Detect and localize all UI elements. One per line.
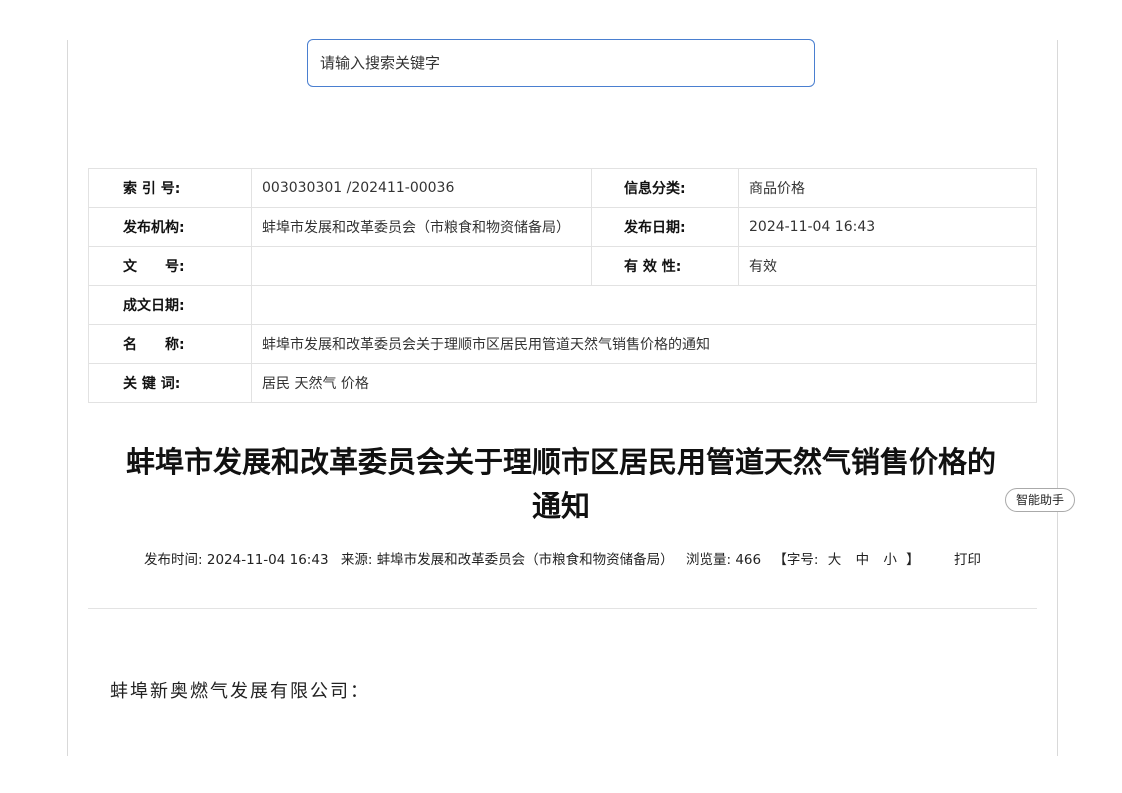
- name-label: 名 称:: [88, 324, 252, 364]
- views-count: 466: [735, 552, 762, 568]
- category-label: 信息分类:: [591, 168, 739, 208]
- left-border-line: [67, 40, 68, 756]
- article-title-line-2: 通知: [531, 489, 590, 523]
- table-row: 索 引 号: 003030301 /202411-00036 信息分类: 商品价…: [88, 168, 1037, 208]
- letter-salutation: 蚌埠新奥燃气发展有限公司：: [110, 681, 370, 702]
- doc-no-value: [251, 246, 592, 286]
- page: 索 引 号: 003030301 /202411-00036 信息分类: 商品价…: [0, 0, 1122, 793]
- name-value: 蚌埠市发展和改革委员会关于理顺市区居民用管道天然气销售价格的通知: [251, 324, 1037, 364]
- publisher-value: 蚌埠市发展和改革委员会（市粮食和物资储备局）: [251, 207, 592, 247]
- smart-assistant-button[interactable]: 智能助手: [1005, 488, 1075, 512]
- keywords-label: 关 键 词:: [88, 363, 252, 403]
- font-size-medium-link[interactable]: 中: [856, 548, 870, 568]
- print-link[interactable]: 打印: [954, 548, 981, 568]
- category-value: 商品价格: [738, 168, 1037, 208]
- source-label: 来源:: [340, 552, 373, 568]
- font-size-prefix: 【字号:: [773, 552, 819, 568]
- search-input[interactable]: [307, 39, 815, 87]
- index-no-value: 003030301 /202411-00036: [251, 168, 592, 208]
- written-date-label: 成文日期:: [88, 285, 252, 325]
- table-row: 发布机构: 蚌埠市发展和改革委员会（市粮食和物资储备局） 发布日期: 2024-…: [88, 207, 1037, 247]
- publisher-label: 发布机构:: [88, 207, 252, 247]
- font-size-suffix: 】: [906, 552, 920, 568]
- right-border-line: [1057, 40, 1058, 756]
- font-size-large-link[interactable]: 大: [828, 548, 842, 568]
- validity-label: 有 效 性:: [591, 246, 739, 286]
- table-row: 关 键 词: 居民 天然气 价格: [88, 363, 1037, 403]
- article-info-bar: 发布时间: 2024-11-04 16:43 来源: 蚌埠市发展和改革委员会（市…: [88, 548, 1037, 568]
- pub-date-value: 2024-11-04 16:43: [738, 207, 1037, 247]
- font-size-small-link[interactable]: 小: [883, 548, 897, 568]
- validity-value: 有效: [738, 246, 1037, 286]
- written-date-value: [251, 285, 1037, 325]
- publish-time-value: 2024-11-04 16:43: [206, 552, 329, 568]
- table-row: 成文日期:: [88, 285, 1037, 325]
- index-no-label: 索 引 号:: [88, 168, 252, 208]
- table-row: 名 称: 蚌埠市发展和改革委员会关于理顺市区居民用管道天然气销售价格的通知: [88, 324, 1037, 364]
- keywords-value: 居民 天然气 价格: [251, 363, 1037, 403]
- divider: [88, 608, 1037, 609]
- source-value: 蚌埠市发展和改革委员会（市粮食和物资储备局）: [376, 552, 674, 568]
- article-title-line-1: 蚌埠市发展和改革委员会关于理顺市区居民用管道天然气销售价格的: [125, 445, 996, 479]
- pub-date-label: 发布日期:: [591, 207, 739, 247]
- table-row: 文 号: 有 效 性: 有效: [88, 246, 1037, 286]
- document-metadata-table: 索 引 号: 003030301 /202411-00036 信息分类: 商品价…: [88, 168, 1037, 403]
- publish-time-label: 发布时间:: [144, 552, 203, 568]
- article-title: 蚌埠市发展和改革委员会关于理顺市区居民用管道天然气销售价格的 通知: [100, 440, 1022, 528]
- doc-no-label: 文 号:: [88, 246, 252, 286]
- views-label: 浏览量:: [685, 552, 732, 568]
